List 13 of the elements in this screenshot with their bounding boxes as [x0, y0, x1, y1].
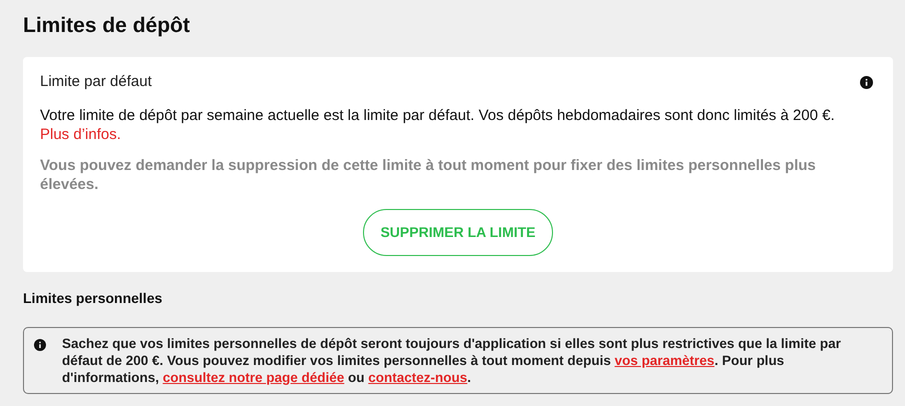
notice-text: Sachez que vos limites personnelles de dépôt seront toujours d'application si elles sont plus restrictives que la limite par défaut de 200 €. Vous pouvez modifier vos limites personnelles à tout moment depuis vos paramètres. Pour plus d'informations, consultez notre page dédiée ou contactez-nous.	[62, 334, 842, 386]
page-title: Limites de dépôt	[23, 13, 190, 39]
removal-note: Vous pouvez demander la suppression de cette limite à tout moment pour fixer des limites personnelles plus élevées.	[40, 156, 817, 194]
more-info-link[interactable]: Plus d’infos.	[40, 126, 121, 142]
notice-link[interactable]: contactez-nous	[368, 370, 468, 384]
info-icon	[860, 76, 873, 89]
notice-link[interactable]: consultez notre page dédiée	[162, 370, 344, 384]
remove-limit-button[interactable]: SUPPRIMER LA LIMITE	[363, 208, 553, 256]
section-heading: Limites personnelles	[23, 288, 162, 308]
info-icon	[34, 338, 46, 350]
section-heading: Limite par défaut	[40, 72, 152, 92]
limit-description: Votre limite de dépôt par semaine actuelle est la limite par défaut. Vos dépôts hebdomadaires sont donc limités à 200 €. Plus d’infos.	[40, 106, 836, 144]
notice-link[interactable]: vos paramètres	[614, 352, 714, 368]
